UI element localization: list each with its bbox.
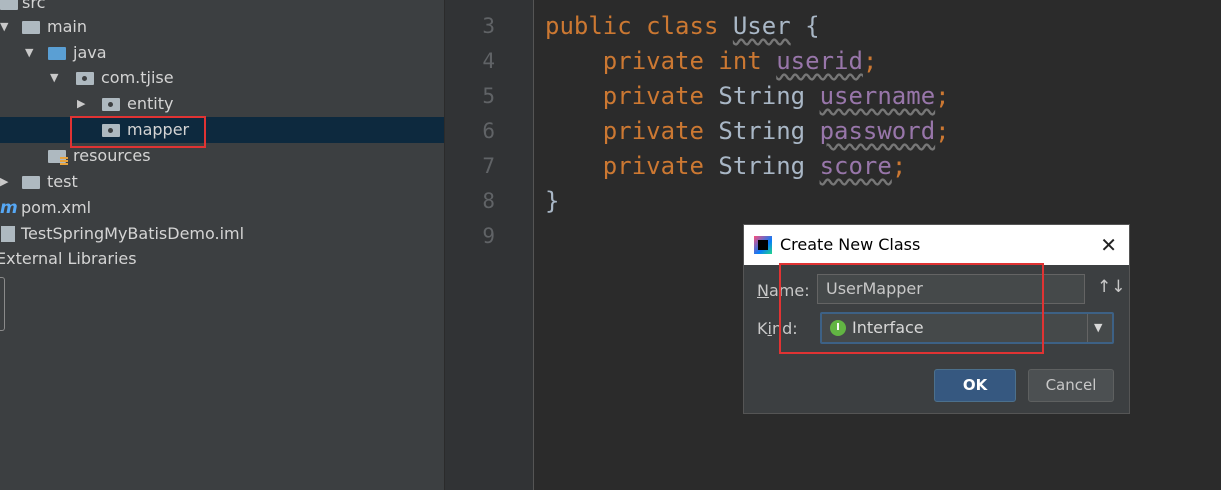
dialog-title: Create New Class [780,235,921,254]
keyword-private: private [602,152,704,180]
code-line-field-password: private String password; [545,114,950,149]
tree-item-entity[interactable]: ▶ entity [0,91,444,117]
ok-button[interactable]: OK [934,369,1016,402]
keyword-private: private [602,47,704,75]
tree-item-external-libraries[interactable]: External Libraries [0,246,444,272]
panel-scroll-handle[interactable] [0,277,5,331]
expand-arrow-icon[interactable]: ▼ [50,65,58,91]
dialog-titlebar[interactable]: Create New Class ✕ [744,225,1129,265]
kind-label-prefix: K [757,319,768,338]
line-number: 6 [482,119,495,143]
tree-item-test[interactable]: ▶ test [0,169,444,195]
resources-folder-icon [48,150,68,165]
line-number: 8 [482,189,495,213]
tree-item-label: entity [127,94,174,113]
line-number: 7 [482,154,495,178]
line-number: 5 [482,84,495,108]
folder-icon [0,0,18,10]
code-line-class-decl: public class User { [545,9,820,44]
source-folder-icon [48,47,66,60]
project-tree-panel: src ▼ main ▼ java ▼ com.tjise ▶ entity m… [0,0,444,490]
sort-arrows-icon[interactable]: ↑↓ [1097,277,1126,297]
keyword-private: private [602,82,704,110]
semicolon: ; [862,47,878,75]
line-number: 4 [482,49,495,73]
tree-item-label: External Libraries [0,249,137,268]
expand-arrow-icon[interactable]: ▼ [0,14,8,40]
tree-item-label: pom.xml [21,198,92,217]
folder-icon [22,176,40,189]
collapse-arrow-icon[interactable]: ▶ [0,169,8,195]
line-number: 3 [482,14,495,38]
type-string: String [718,117,806,145]
intellij-app-icon [754,236,772,254]
tree-item-label: com.tjise [101,68,174,87]
code-line-field-username: private String username; [545,79,950,114]
tree-item-label: java [73,43,107,62]
module-file-icon [1,226,15,242]
name-label-mnemonic: N [757,281,769,300]
mapper-highlight-box [70,116,206,148]
expand-arrow-icon[interactable]: ▼ [25,40,33,66]
tree-item-resources[interactable]: resources [0,143,444,169]
open-brace: { [790,12,820,40]
package-icon [102,98,120,111]
field-name: username [819,82,936,110]
tree-item-java[interactable]: ▼ java [0,40,444,66]
tree-item-label: TestSpringMyBatisDemo.iml [21,224,245,243]
code-line-close-brace: } [545,184,559,219]
dropdown-button[interactable]: ▼ [1087,314,1112,342]
cancel-button[interactable]: Cancel [1028,369,1114,402]
package-icon [76,72,94,85]
chevron-down-icon: ▼ [1094,321,1103,334]
keyword-class: class [646,12,719,40]
type-string: String [718,152,806,180]
semicolon: ; [935,117,950,145]
code-line-field-score: private String score; [545,149,906,184]
close-button[interactable]: ✕ [1100,225,1117,265]
semicolon: ; [891,152,907,180]
tree-item-pom[interactable]: m pom.xml [0,195,444,221]
dialog-fields-highlight-box [779,263,1044,354]
tree-item-iml[interactable]: TestSpringMyBatisDemo.iml [0,221,444,247]
class-name: User [732,12,791,40]
field-name: userid [776,47,863,75]
field-name: score [819,152,892,180]
type-string: String [718,82,806,110]
keyword-public: public [545,12,632,40]
line-number: 9 [482,224,495,248]
tree-item-label: main [47,17,87,36]
collapse-arrow-icon[interactable]: ▶ [77,91,85,117]
tree-item-mapper[interactable]: mapper [0,117,444,143]
close-brace: } [545,187,560,215]
folder-icon [22,21,40,34]
tree-item-main[interactable]: ▼ main [0,14,444,40]
semicolon: ; [935,82,950,110]
tree-item-label: test [47,172,78,191]
keyword-private: private [602,117,704,145]
keyword-int: int [718,47,762,75]
code-line-field-userid: private int userid; [545,44,878,79]
tree-item-package[interactable]: ▼ com.tjise [0,65,444,91]
field-name: password [819,117,936,145]
maven-icon: m [0,198,18,218]
